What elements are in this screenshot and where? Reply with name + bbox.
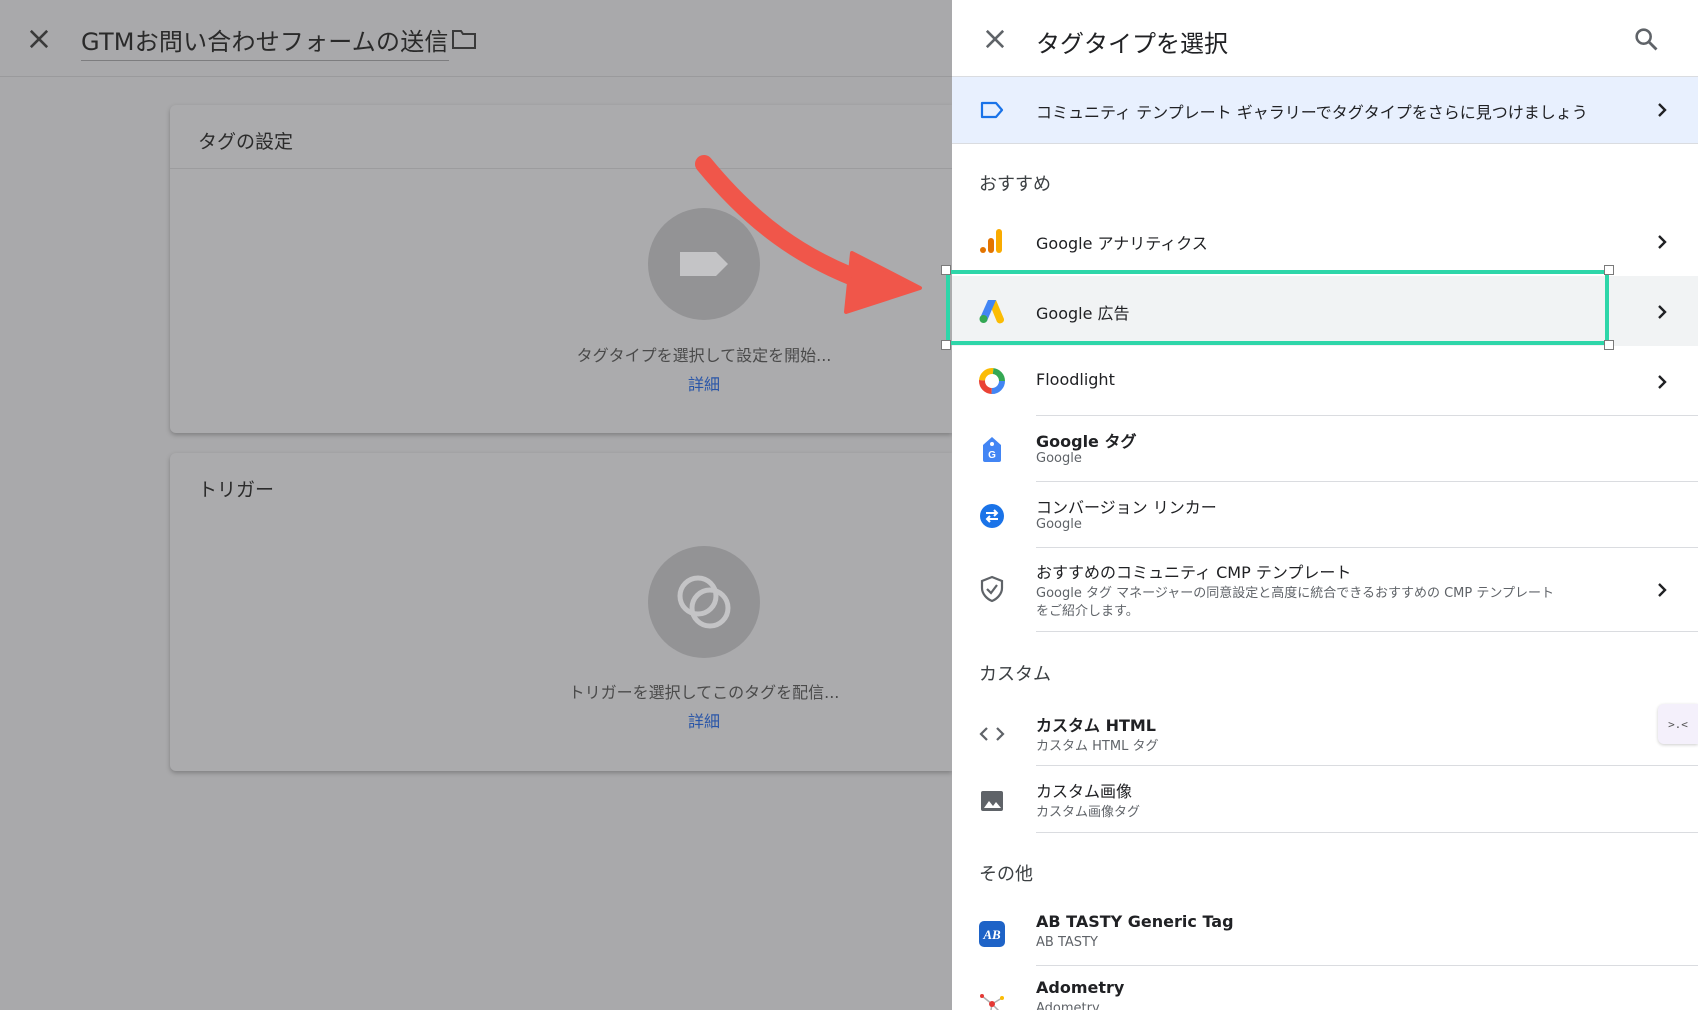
close-icon[interactable] bbox=[25, 25, 53, 53]
item-vendor: Adometry bbox=[1036, 1001, 1100, 1010]
item-description: カスタム HTML タグ bbox=[1036, 739, 1159, 754]
item-description: カスタム画像タグ bbox=[1036, 805, 1141, 820]
list-item-adometry[interactable]: Adometry Adometry bbox=[952, 966, 1698, 1010]
tag-hint: タグタイプを選択して設定を開始... bbox=[576, 346, 832, 365]
item-vendor: Google bbox=[1036, 517, 1082, 532]
svg-text:AB: AB bbox=[982, 927, 1001, 942]
chevron-right-icon bbox=[1658, 583, 1667, 597]
community-gallery-banner[interactable]: コミュニティ テンプレート ギャラリーでタグタイプをさらに見つけましょう bbox=[952, 76, 1698, 144]
chevron-right-icon bbox=[1658, 103, 1667, 117]
resize-handle bbox=[1604, 265, 1614, 275]
folder-icon[interactable] bbox=[451, 28, 477, 50]
item-label: カスタム画像 bbox=[1036, 782, 1133, 801]
trigger-card[interactable]: トリガー トリガーを選択してこのタグを配信... 詳細 bbox=[170, 453, 952, 771]
banner-text: コミュニティ テンプレート ギャラリーでタグタイプをさらに見つけましょう bbox=[1036, 103, 1588, 122]
list-item-ab-tasty[interactable]: AB AB TASTY Generic Tag AB TASTY bbox=[952, 900, 1698, 966]
trigger-placeholder-icon[interactable] bbox=[648, 546, 760, 658]
panel-header: タグタイプを選択 bbox=[952, 0, 1698, 76]
trigger-hint: トリガーを選択してこのタグを配信... bbox=[568, 683, 840, 702]
divider bbox=[1036, 631, 1698, 632]
list-item-floodlight[interactable]: Floodlight bbox=[952, 346, 1698, 416]
tag-name-title[interactable]: GTMお問い合わせフォームの送信 bbox=[81, 22, 449, 61]
resize-handle bbox=[941, 340, 951, 350]
card-title: タグの設定 bbox=[198, 131, 294, 153]
code-icon bbox=[979, 727, 1005, 741]
editor-header: GTMお問い合わせフォームの送信 bbox=[0, 0, 952, 77]
shield-check-icon bbox=[980, 575, 1004, 603]
learn-more-link[interactable]: 詳細 bbox=[170, 371, 952, 395]
image-icon bbox=[981, 791, 1003, 811]
resize-handle bbox=[941, 265, 951, 275]
close-icon[interactable] bbox=[981, 25, 1009, 53]
list-item-google-tag[interactable]: G Google タグ Google bbox=[952, 416, 1698, 482]
svg-text:G: G bbox=[988, 450, 996, 461]
panel-title: タグタイプを選択 bbox=[1036, 30, 1228, 58]
section-featured: おすすめ bbox=[979, 174, 1051, 195]
face-icon: >.< bbox=[1668, 718, 1688, 731]
ab-tasty-icon: AB bbox=[979, 921, 1005, 947]
item-label: コンバージョン リンカー bbox=[1036, 498, 1217, 517]
chevron-right-icon bbox=[1658, 235, 1667, 249]
item-label: Google タグ bbox=[1036, 432, 1137, 451]
divider bbox=[1036, 832, 1698, 833]
tag-outline-icon bbox=[980, 101, 1004, 119]
list-item-cmp-templates[interactable]: おすすめのコミュニティ CMP テンプレート Google タグ マネージャーの… bbox=[952, 548, 1698, 632]
search-icon[interactable] bbox=[1632, 25, 1660, 53]
item-label: AB TASTY Generic Tag bbox=[1036, 912, 1234, 931]
resize-handle bbox=[1604, 340, 1614, 350]
card-title: トリガー bbox=[198, 479, 275, 501]
list-item-google-analytics[interactable]: Google アナリティクス bbox=[952, 206, 1698, 276]
item-label-text: Adometry bbox=[1036, 978, 1125, 997]
item-label-text: カスタム HTML bbox=[1036, 716, 1156, 735]
item-description: Google タグ マネージャーの同意設定と高度に統合できるおすすめの CMP … bbox=[1036, 586, 1554, 601]
choose-tag-type-panel: タグタイプを選択 コミュニティ テンプレート ギャラリーでタグタイプをさらに見つ… bbox=[952, 0, 1698, 1010]
google-analytics-icon bbox=[980, 229, 1002, 253]
conversion-linker-icon bbox=[980, 504, 1004, 528]
selection-highlight bbox=[946, 270, 1609, 345]
item-label-text: AB TASTY Generic Tag bbox=[1036, 912, 1234, 931]
list-item-conversion-linker[interactable]: コンバージョン リンカー Google bbox=[952, 482, 1698, 548]
list-item-custom-image[interactable]: カスタム画像 カスタム画像タグ bbox=[952, 766, 1698, 833]
adometry-icon bbox=[980, 994, 1004, 1010]
item-vendor: Google bbox=[1036, 451, 1082, 466]
svg-text:>.<: >.< bbox=[1668, 718, 1688, 731]
item-vendor: AB TASTY bbox=[1036, 935, 1098, 950]
item-label: Floodlight bbox=[1036, 370, 1115, 389]
item-label: カスタム HTML bbox=[1036, 712, 1156, 736]
learn-more-link[interactable]: 詳細 bbox=[170, 708, 952, 732]
item-label: Google アナリティクス bbox=[1036, 234, 1208, 253]
section-other: その他 bbox=[979, 864, 1033, 885]
item-label: おすすめのコミュニティ CMP テンプレート bbox=[1036, 563, 1352, 582]
list-item-custom-html[interactable]: カスタム HTML カスタム HTML タグ bbox=[952, 700, 1698, 766]
annotation-arrow-icon bbox=[695, 155, 922, 314]
chevron-right-icon bbox=[1658, 305, 1667, 319]
google-tag-icon: G bbox=[983, 437, 1001, 462]
chevron-right-icon bbox=[1658, 375, 1667, 389]
floating-assistant-tab[interactable]: >.< bbox=[1658, 704, 1698, 744]
section-custom: カスタム bbox=[979, 664, 1051, 685]
item-description-cont: をご紹介します。 bbox=[1036, 604, 1139, 619]
floodlight-icon bbox=[979, 368, 1005, 394]
item-label: Adometry bbox=[1036, 978, 1124, 997]
